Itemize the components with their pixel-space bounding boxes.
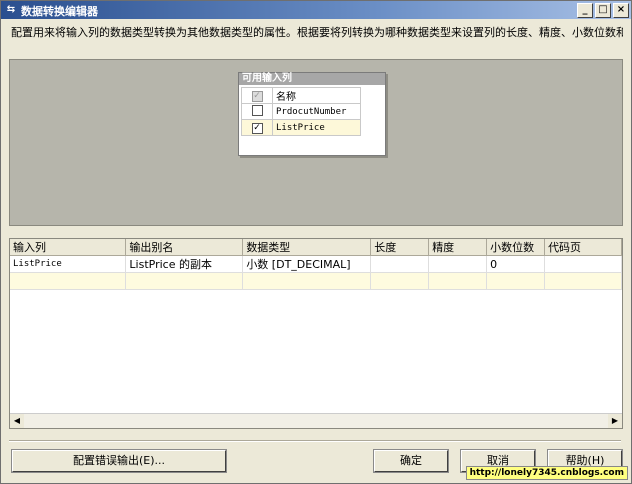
header-input-column[interactable]: 输入列 xyxy=(10,239,127,256)
select-all-checkbox[interactable]: ✓ xyxy=(251,90,263,102)
header-data-type[interactable]: 数据类型 xyxy=(242,239,372,256)
window-title: 数据转换编辑器 xyxy=(21,5,98,18)
grid-header-row: 输入列 输出别名 数据类型 长度 精度 小数位数 代码页 xyxy=(10,239,622,256)
header-code-page[interactable]: 代码页 xyxy=(544,239,622,256)
transform-icon: ⇆ xyxy=(6,4,16,15)
header-length[interactable]: 长度 xyxy=(370,239,430,256)
prdocutnumber-checkbox[interactable] xyxy=(251,104,263,116)
cell-code-page[interactable] xyxy=(544,255,622,273)
header-output-alias[interactable]: 输出别名 xyxy=(125,239,244,256)
available-column-row[interactable]: PrdocutNumber xyxy=(241,103,361,120)
title-bar[interactable]: ⇆ 数据转换编辑器 _ □ × xyxy=(1,1,631,19)
cell-input-column[interactable]: ListPrice xyxy=(10,255,127,273)
maximize-button[interactable]: □ xyxy=(595,3,611,18)
cell-length[interactable] xyxy=(370,255,430,273)
new-row[interactable] xyxy=(10,272,622,290)
header-precision[interactable]: 精度 xyxy=(428,239,488,256)
cell-data-type[interactable]: 小数 [DT_DECIMAL] xyxy=(242,255,372,273)
separator xyxy=(9,440,621,442)
available-input-columns-box[interactable]: 可用输入列 ✓ 名称 PrdocutNumber ✓ ListPrice xyxy=(238,72,386,156)
input-columns-panel: 可用输入列 ✓ 名称 PrdocutNumber ✓ ListPrice xyxy=(9,59,623,226)
scroll-left-icon[interactable]: ◀ xyxy=(10,414,24,428)
available-column-row[interactable]: ✓ ListPrice xyxy=(241,119,361,136)
conversion-grid[interactable]: 输入列 输出别名 数据类型 长度 精度 小数位数 代码页 ListPrice L… xyxy=(9,238,623,429)
available-columns-header: 可用输入列 xyxy=(239,73,385,85)
configure-error-output-button[interactable]: 配置错误输出(E)... xyxy=(11,449,227,473)
header-scale[interactable]: 小数位数 xyxy=(486,239,546,256)
name-column-header: 名称 xyxy=(272,87,361,104)
data-conversion-editor-window: ⇆ 数据转换编辑器 _ □ × 配置用来将输入列的数据类型转换为其他数据类型的属… xyxy=(0,0,632,484)
table-row[interactable]: ListPrice ListPrice 的副本 小数 [DT_DECIMAL] … xyxy=(10,255,622,273)
horizontal-scrollbar[interactable]: ◀ ▶ xyxy=(10,413,622,428)
conversion-table: 输入列 输出别名 数据类型 长度 精度 小数位数 代码页 ListPrice L… xyxy=(10,239,622,290)
scroll-right-icon[interactable]: ▶ xyxy=(608,414,622,428)
ok-button[interactable]: 确定 xyxy=(373,449,449,473)
cell-precision[interactable] xyxy=(428,255,488,273)
watermark-text: http://lonely7345.cnblogs.com xyxy=(465,466,628,480)
available-columns-table: ✓ 名称 PrdocutNumber ✓ ListPrice xyxy=(241,87,361,136)
available-column-name: PrdocutNumber xyxy=(272,103,361,120)
available-column-name: ListPrice xyxy=(272,119,361,136)
description-text: 配置用来将输入列的数据类型转换为其他数据类型的属性。根据要将列转换为哪种数据类型… xyxy=(11,26,623,39)
cell-output-alias[interactable]: ListPrice 的副本 xyxy=(125,255,244,273)
close-button[interactable]: × xyxy=(613,3,629,18)
listprice-checkbox[interactable]: ✓ xyxy=(251,122,263,134)
minimize-button[interactable]: _ xyxy=(577,3,593,18)
cell-scale[interactable]: 0 xyxy=(486,255,546,273)
